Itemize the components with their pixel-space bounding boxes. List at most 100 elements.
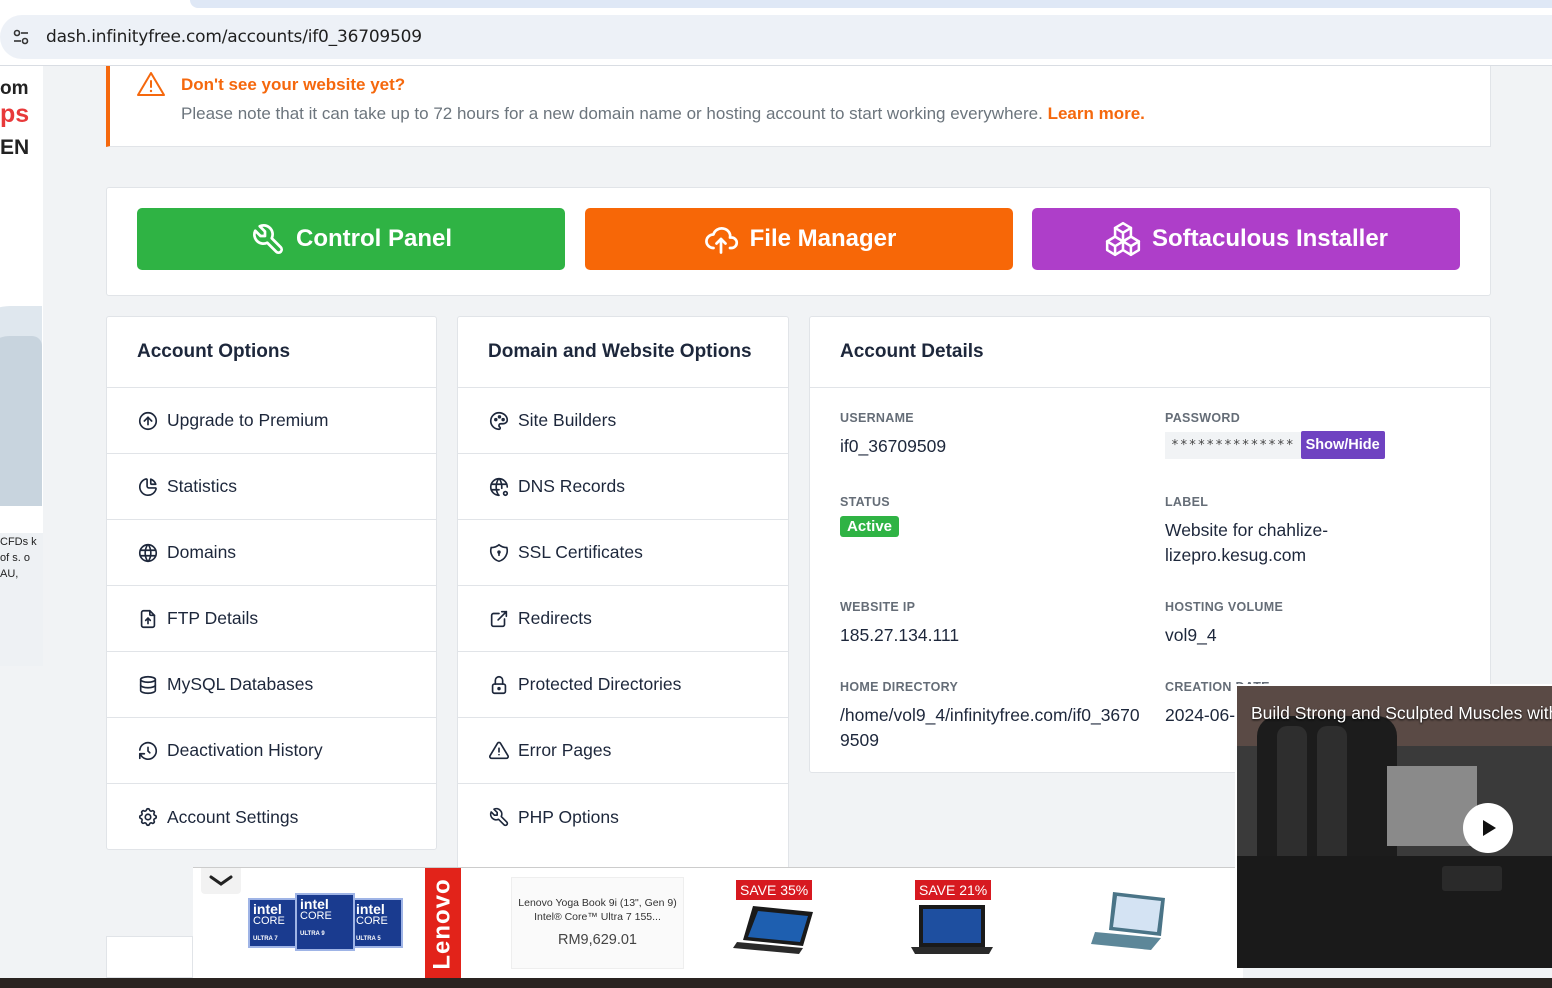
option-ftp-details[interactable]: FTP Details	[107, 586, 436, 652]
intel-core-badge: intel CORE ULTRA 7	[248, 898, 300, 948]
option-label: Account Settings	[167, 806, 299, 827]
intel-core: CORE	[300, 910, 332, 922]
bottom-banner-ad[interactable]: intel CORE ULTRA 7 intel CORE ULTRA 9 in…	[193, 867, 1243, 979]
file-manager-button[interactable]: File Manager	[585, 208, 1013, 270]
option-site-builders[interactable]: Site Builders	[458, 388, 788, 454]
world-cog-icon	[488, 476, 510, 498]
world-icon	[137, 542, 159, 564]
ad-text: EN	[0, 136, 30, 159]
option-label: Upgrade to Premium	[167, 410, 329, 430]
detail-label: HOSTING VOLUME	[1165, 600, 1284, 614]
detail-status: STATUS Active	[840, 495, 1140, 537]
option-label: DNS Records	[518, 476, 625, 496]
option-redirects[interactable]: Redirects	[458, 586, 788, 652]
option-deactivation-history[interactable]: Deactivation History	[107, 718, 436, 784]
option-label: Protected Directories	[518, 674, 682, 694]
option-php-options[interactable]: PHP Options	[458, 784, 788, 850]
arrow-up-circle-icon	[137, 410, 159, 432]
detail-hosting-volume: HOSTING VOLUME vol9_4	[1165, 600, 1465, 648]
chevron-down-icon[interactable]	[201, 868, 241, 894]
ad-fineprint: CFDs k of s. o AU,	[0, 536, 37, 580]
site-info-icon[interactable]	[10, 26, 32, 48]
palette-icon	[488, 410, 510, 432]
product-card[interactable]: Lenovo Yoga Book 9i (13", Gen 9) Intel® …	[511, 877, 684, 969]
control-panel-label: Control Panel	[295, 225, 452, 252]
option-label: Site Builders	[518, 410, 617, 430]
option-mysql-databases[interactable]: MySQL Databases	[107, 652, 436, 718]
option-statistics[interactable]: Statistics	[107, 454, 436, 520]
show-hide-password-button[interactable]: Show/Hide	[1300, 431, 1385, 459]
detail-value: /home/vol9_4/infinityfree.com/if0_367095…	[840, 705, 1140, 750]
tab-strip	[190, 0, 1552, 8]
ad-text: ps	[0, 100, 30, 128]
option-account-settings[interactable]: Account Settings	[107, 784, 436, 850]
option-label: Statistics	[167, 476, 238, 496]
option-label: SSL Certificates	[518, 542, 643, 562]
website-pending-alert: Don't see your website yet? Please note …	[106, 66, 1491, 147]
option-ssl-certificates[interactable]: SSL Certificates	[458, 520, 788, 586]
detail-username: USERNAME if0_36709509	[840, 411, 1140, 459]
option-label: FTP Details	[167, 608, 259, 628]
intel-tier: ULTRA 9	[300, 931, 325, 937]
tool-icon	[488, 806, 510, 828]
option-label: Error Pages	[518, 740, 612, 760]
video-ad-player[interactable]: Build Strong and Sculpted Muscles with	[1235, 684, 1552, 968]
option-error-pages[interactable]: Error Pages	[458, 718, 788, 784]
option-dns-records[interactable]: DNS Records	[458, 454, 788, 520]
intel-core: CORE	[253, 915, 285, 927]
detail-value: if0_36709509	[840, 436, 947, 456]
detail-label: PASSWORD	[1165, 411, 1241, 425]
packages-icon	[1105, 221, 1141, 257]
discount-badge: SAVE 21%	[915, 880, 992, 900]
file-upload-icon	[137, 608, 159, 630]
learn-more-link[interactable]: Learn more.	[1048, 104, 1145, 123]
browser-chrome: dash.infinityfree.com/accounts/if0_36709…	[0, 0, 1552, 66]
chart-pie-icon	[137, 476, 159, 498]
laptop-image[interactable]	[733, 902, 819, 958]
file-manager-label: File Manager	[749, 225, 897, 252]
tool-icon	[253, 224, 283, 255]
detail-value: vol9_4	[1165, 625, 1217, 645]
intel-core-badge: intel CORE ULTRA 9	[295, 893, 355, 951]
control-panel-button[interactable]: Control Panel	[137, 208, 565, 270]
detail-value: 185.27.134.111	[840, 625, 960, 645]
intel-core-badge: intel CORE ULTRA 5	[351, 898, 403, 948]
option-protected-directories[interactable]: Protected Directories	[458, 652, 788, 718]
alert-message: Please note that it can take up to 72 ho…	[181, 104, 1145, 124]
detail-label: STATUS	[840, 495, 890, 509]
database-icon	[137, 674, 159, 696]
option-upgrade-premium[interactable]: Upgrade to Premium	[107, 388, 436, 454]
intel-core: CORE	[356, 915, 388, 927]
product-price: RM9,629.01	[558, 932, 637, 948]
url-text[interactable]: dash.infinityfree.com/accounts/if0_36709…	[46, 27, 422, 47]
page-footer-fragment	[106, 936, 193, 978]
alert-triangle-icon	[488, 740, 510, 762]
shield-lock-icon	[488, 542, 510, 564]
address-bar[interactable]: dash.infinityfree.com/accounts/if0_36709…	[0, 15, 1552, 59]
detail-label: LABEL	[1165, 495, 1209, 509]
softaculous-label: Softaculous Installer	[1151, 225, 1389, 252]
status-badge: Active	[840, 516, 900, 537]
external-link-icon	[488, 608, 510, 630]
alert-message-text: Please note that it can take up to 72 ho…	[181, 104, 1043, 123]
play-icon[interactable]	[1463, 803, 1513, 853]
laptop-image[interactable]	[1091, 888, 1177, 958]
detail-website-ip: WEBSITE IP 185.27.134.111	[840, 600, 1140, 648]
detail-label-field: LABEL Website for chahlize-lizepro.kesug…	[1165, 495, 1355, 568]
detail-home-directory: HOME DIRECTORY /home/vol9_4/infinityfree…	[840, 680, 1140, 753]
option-domains[interactable]: Domains	[107, 520, 436, 586]
option-label: PHP Options	[518, 806, 619, 827]
quick-actions-card: Control Panel File Manager Softaculous I…	[106, 187, 1491, 296]
intel-tier: ULTRA 5	[356, 936, 381, 942]
option-label: Redirects	[518, 608, 592, 628]
option-label: Domains	[167, 542, 237, 562]
product-name: Lenovo Yoga Book 9i (13", Gen 9) Intel® …	[518, 897, 677, 923]
left-side-ad[interactable]: om ps EN CFDs k of s. o AU,	[0, 66, 43, 666]
detail-value: Website for chahlize-lizepro.kesug.com	[1165, 520, 1329, 565]
history-icon	[137, 740, 159, 762]
softaculous-button[interactable]: Softaculous Installer	[1032, 208, 1460, 270]
detail-label: HOME DIRECTORY	[840, 680, 959, 694]
laptop-image[interactable]	[911, 902, 997, 958]
alert-triangle-icon	[136, 70, 166, 103]
alert-title: Don't see your website yet?	[181, 75, 406, 94]
